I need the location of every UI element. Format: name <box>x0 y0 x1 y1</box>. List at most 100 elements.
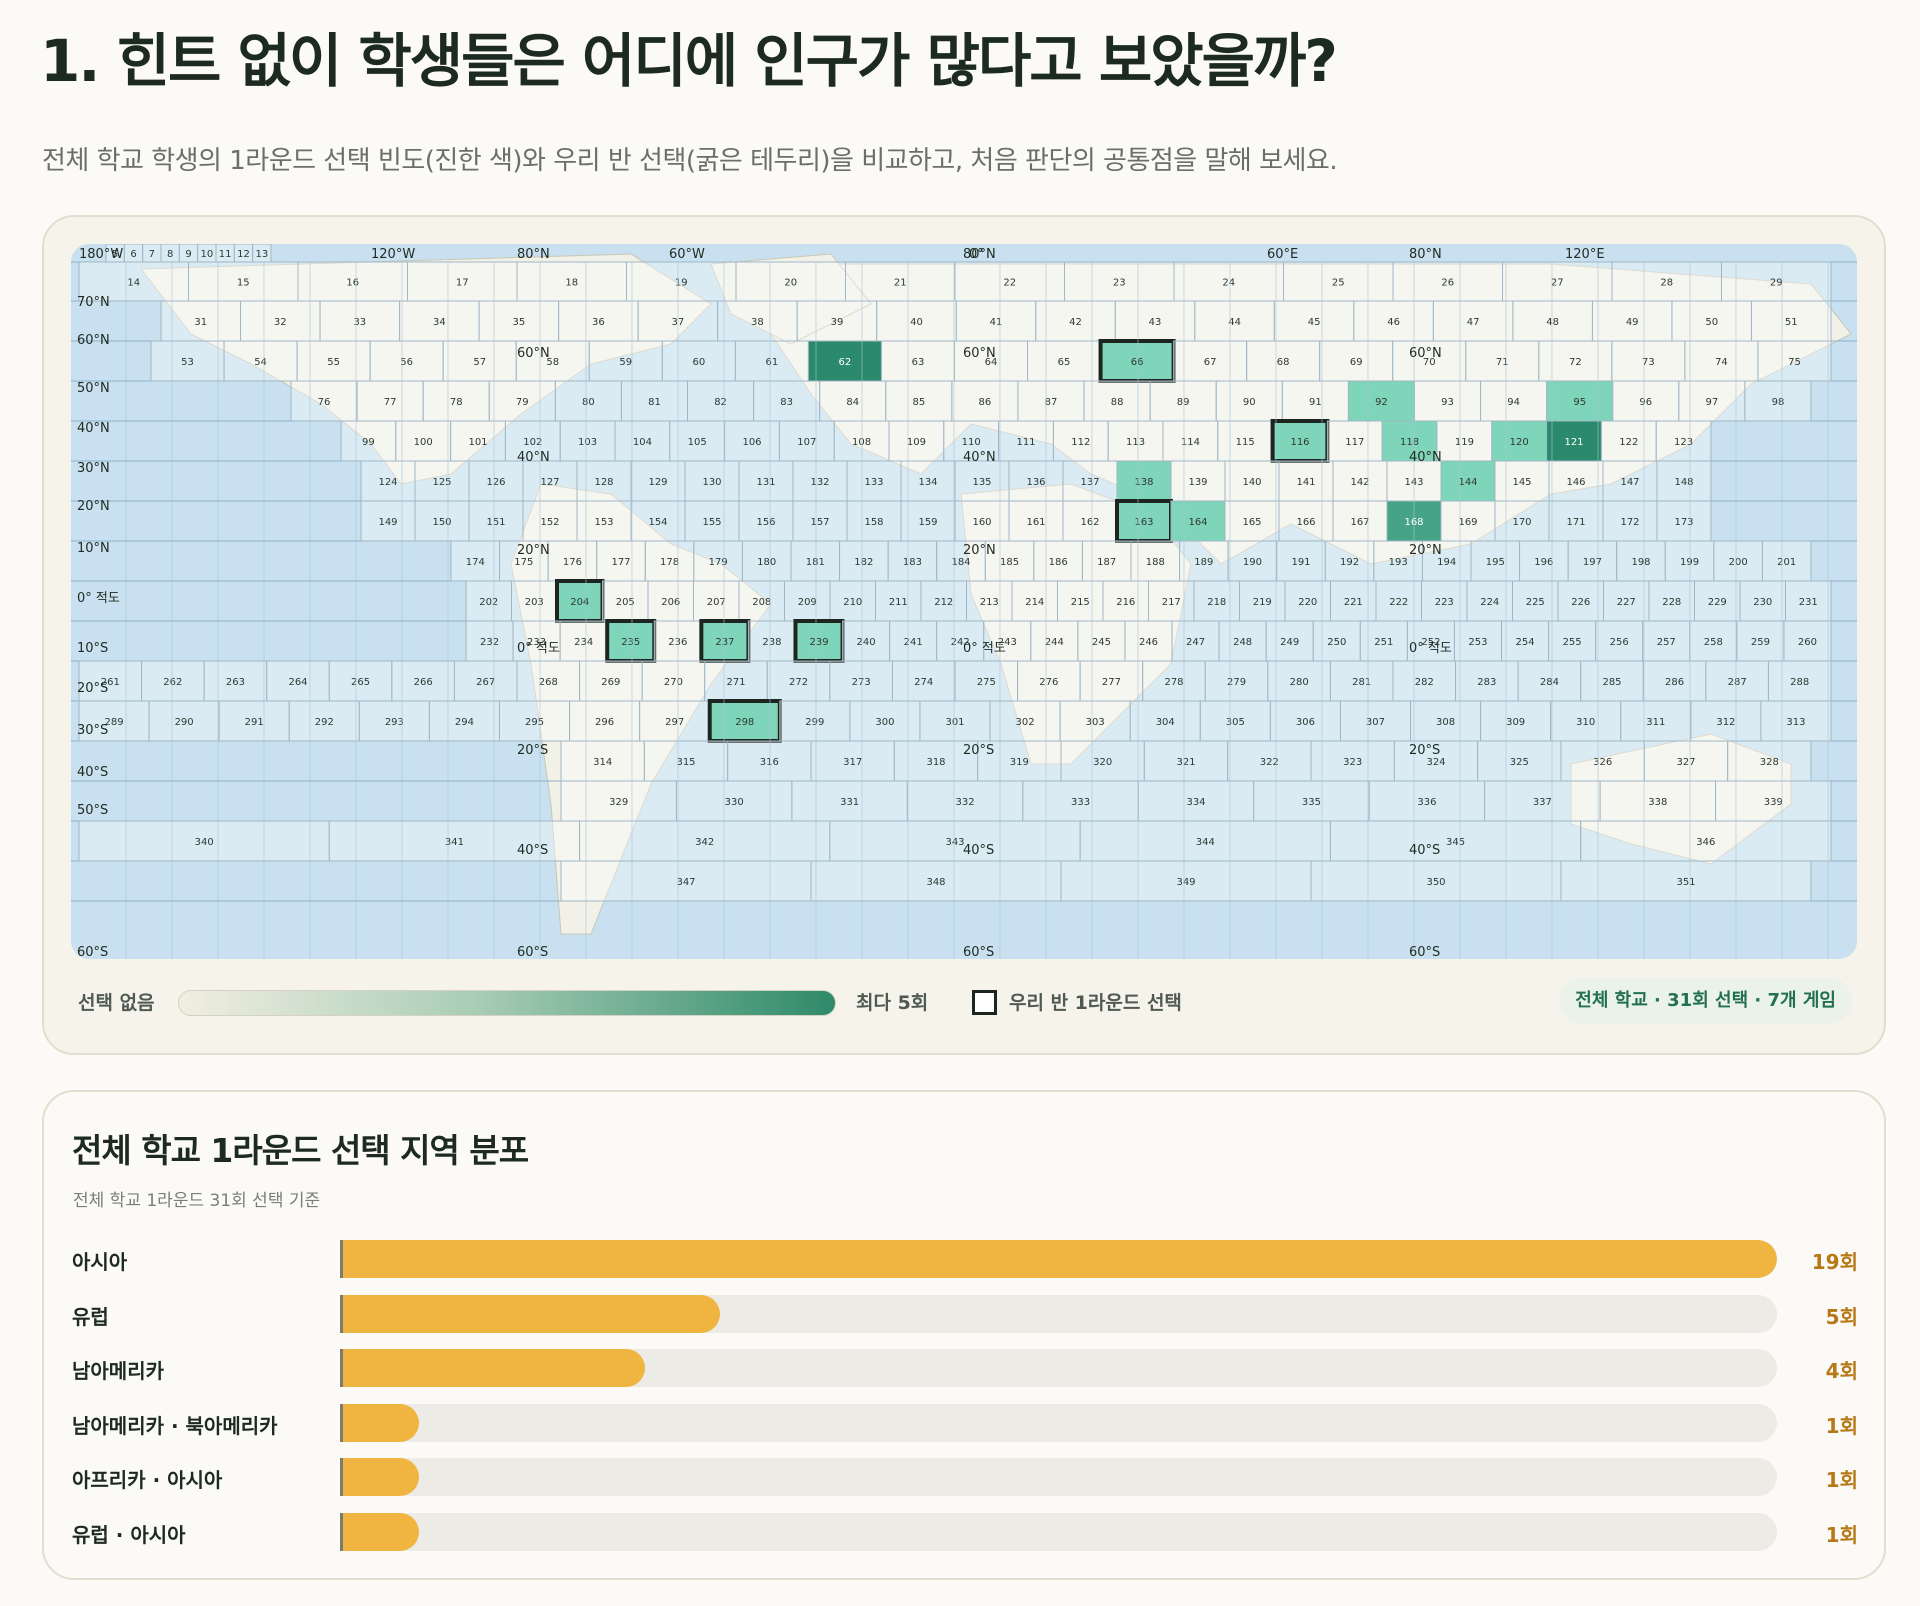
map-cell-101[interactable]: 101 <box>450 420 506 462</box>
map-cell-44[interactable]: 44 <box>1194 300 1275 342</box>
map-cell-300[interactable]: 300 <box>849 700 921 742</box>
map-cell-302[interactable]: 302 <box>989 700 1061 742</box>
map-cell-332[interactable]: 332 <box>906 780 1024 822</box>
map-cell-259[interactable]: 259 <box>1736 620 1785 662</box>
map-cell-6[interactable]: 6 <box>123 244 144 263</box>
map-cell-126[interactable]: 126 <box>468 460 524 502</box>
map-cell-94[interactable]: 94 <box>1480 380 1548 422</box>
map-cell-99[interactable]: 99 <box>340 420 397 462</box>
map-cell-67[interactable]: 67 <box>1173 340 1248 382</box>
map-cell-50[interactable]: 50 <box>1671 300 1752 342</box>
map-cell-10[interactable]: 10 <box>197 244 217 263</box>
map-cell-308[interactable]: 308 <box>1410 700 1482 742</box>
map-cell-111[interactable]: 111 <box>998 420 1054 462</box>
map-cell-119[interactable]: 119 <box>1436 420 1493 462</box>
map-cell-71[interactable]: 71 <box>1465 340 1540 382</box>
map-cell-140[interactable]: 140 <box>1224 460 1280 502</box>
map-cell-288[interactable]: 288 <box>1767 660 1832 702</box>
map-cell-127[interactable]: 127 <box>522 460 578 502</box>
map-cell-187[interactable]: 187 <box>1081 540 1132 582</box>
map-cell-109[interactable]: 109 <box>888 420 945 462</box>
map-cell-275[interactable]: 275 <box>954 660 1019 702</box>
map-cell-280[interactable]: 280 <box>1267 660 1331 702</box>
map-cell-152[interactable]: 152 <box>522 500 578 542</box>
map-cell-76[interactable]: 76 <box>290 380 358 422</box>
map-cell-19[interactable]: 19 <box>626 261 737 302</box>
map-cell-276[interactable]: 276 <box>1017 660 1081 702</box>
map-cell-63[interactable]: 63 <box>880 340 955 382</box>
map-cell-148[interactable]: 148 <box>1656 460 1712 502</box>
map-cell-88[interactable]: 88 <box>1083 380 1151 422</box>
map-cell-320[interactable]: 320 <box>1060 740 1145 782</box>
map-cell-36[interactable]: 36 <box>558 300 639 342</box>
map-cell-45[interactable]: 45 <box>1273 300 1355 342</box>
map-cell-196[interactable]: 196 <box>1519 540 1569 582</box>
map-cell-312[interactable]: 312 <box>1690 700 1762 742</box>
map-cell-226[interactable]: 226 <box>1557 580 1604 622</box>
map-cell-296[interactable]: 296 <box>569 700 641 742</box>
map-cell-73[interactable]: 73 <box>1611 340 1686 382</box>
world-grid-map[interactable]: 5 6 7 8 9 10 11 12 13 14 15 16 17 18 19 20 21 22 23 24 25 26 2… <box>71 244 1857 959</box>
map-cell-217[interactable]: 217 <box>1148 580 1195 622</box>
map-cell-182[interactable]: 182 <box>839 540 889 582</box>
map-cell-166[interactable]: 166 <box>1278 500 1334 542</box>
map-cell-169[interactable]: 169 <box>1440 500 1496 542</box>
map-cell-304[interactable]: 304 <box>1129 700 1201 742</box>
map-cell-98[interactable]: 98 <box>1744 380 1812 422</box>
map-cell-322[interactable]: 322 <box>1227 740 1312 782</box>
map-cell-61[interactable]: 61 <box>734 340 809 382</box>
map-cell-156[interactable]: 156 <box>738 500 794 542</box>
map-cell-42[interactable]: 42 <box>1035 300 1116 342</box>
map-cell-100[interactable]: 100 <box>395 420 452 462</box>
map-cell-13[interactable]: 13 <box>252 244 272 263</box>
map-cell-129[interactable]: 129 <box>630 460 686 502</box>
map-cell-91[interactable]: 91 <box>1281 380 1349 422</box>
map-cell-16[interactable]: 16 <box>297 261 408 302</box>
map-cell-221[interactable]: 221 <box>1330 580 1377 622</box>
map-cell-281[interactable]: 281 <box>1329 660 1394 702</box>
map-cell-79[interactable]: 79 <box>488 380 556 422</box>
map-cell-286[interactable]: 286 <box>1642 660 1707 702</box>
map-cell-128[interactable]: 128 <box>576 460 632 502</box>
map-cell-321[interactable]: 321 <box>1143 740 1229 782</box>
map-cell-124[interactable]: 124 <box>360 460 416 502</box>
map-cell-120[interactable]: 120 <box>1491 420 1548 462</box>
map-cell-206[interactable]: 206 <box>647 580 694 622</box>
map-cell-212[interactable]: 212 <box>920 580 967 622</box>
map-cell-90[interactable]: 90 <box>1215 380 1283 422</box>
map-cell-246[interactable]: 246 <box>1124 620 1173 662</box>
map-cell-59[interactable]: 59 <box>588 340 663 382</box>
map-cell-32[interactable]: 32 <box>240 300 321 342</box>
map-cell-181[interactable]: 181 <box>790 540 841 582</box>
map-cell-154[interactable]: 154 <box>630 500 686 542</box>
map-cell-104[interactable]: 104 <box>614 420 671 462</box>
map-cell-116[interactable]: 116 <box>1270 419 1330 463</box>
map-cell-270[interactable]: 270 <box>641 660 706 702</box>
map-cell-294[interactable]: 294 <box>428 700 500 742</box>
map-cell-336[interactable]: 336 <box>1368 780 1486 822</box>
map-cell-298[interactable]: 298 <box>707 699 782 743</box>
map-cell-327[interactable]: 327 <box>1643 740 1729 782</box>
map-cell-195[interactable]: 195 <box>1470 540 1521 582</box>
map-cell-271[interactable]: 271 <box>704 660 768 702</box>
map-cell-203[interactable]: 203 <box>511 580 558 622</box>
map-cell-315[interactable]: 315 <box>643 740 729 782</box>
map-cell-46[interactable]: 46 <box>1353 300 1434 342</box>
map-cell-8[interactable]: 8 <box>160 244 180 263</box>
map-cell-163[interactable]: 163 <box>1115 499 1173 543</box>
map-cell-301[interactable]: 301 <box>919 700 991 742</box>
map-cell-334[interactable]: 334 <box>1137 780 1255 822</box>
map-cell-72[interactable]: 72 <box>1538 340 1613 382</box>
map-cell-295[interactable]: 295 <box>498 700 571 742</box>
map-cell-164[interactable]: 164 <box>1170 500 1226 542</box>
map-cell-85[interactable]: 85 <box>885 380 953 422</box>
map-cell-215[interactable]: 215 <box>1057 580 1104 622</box>
map-cell-197[interactable]: 197 <box>1567 540 1618 582</box>
map-cell-200[interactable]: 200 <box>1713 540 1763 582</box>
map-cell-121[interactable]: 121 <box>1546 420 1602 462</box>
map-cell-224[interactable]: 224 <box>1466 580 1513 622</box>
map-cell-92[interactable]: 92 <box>1347 380 1415 422</box>
map-cell-329[interactable]: 329 <box>560 780 677 822</box>
map-cell-108[interactable]: 108 <box>833 420 890 462</box>
map-cell-22[interactable]: 22 <box>954 261 1065 302</box>
